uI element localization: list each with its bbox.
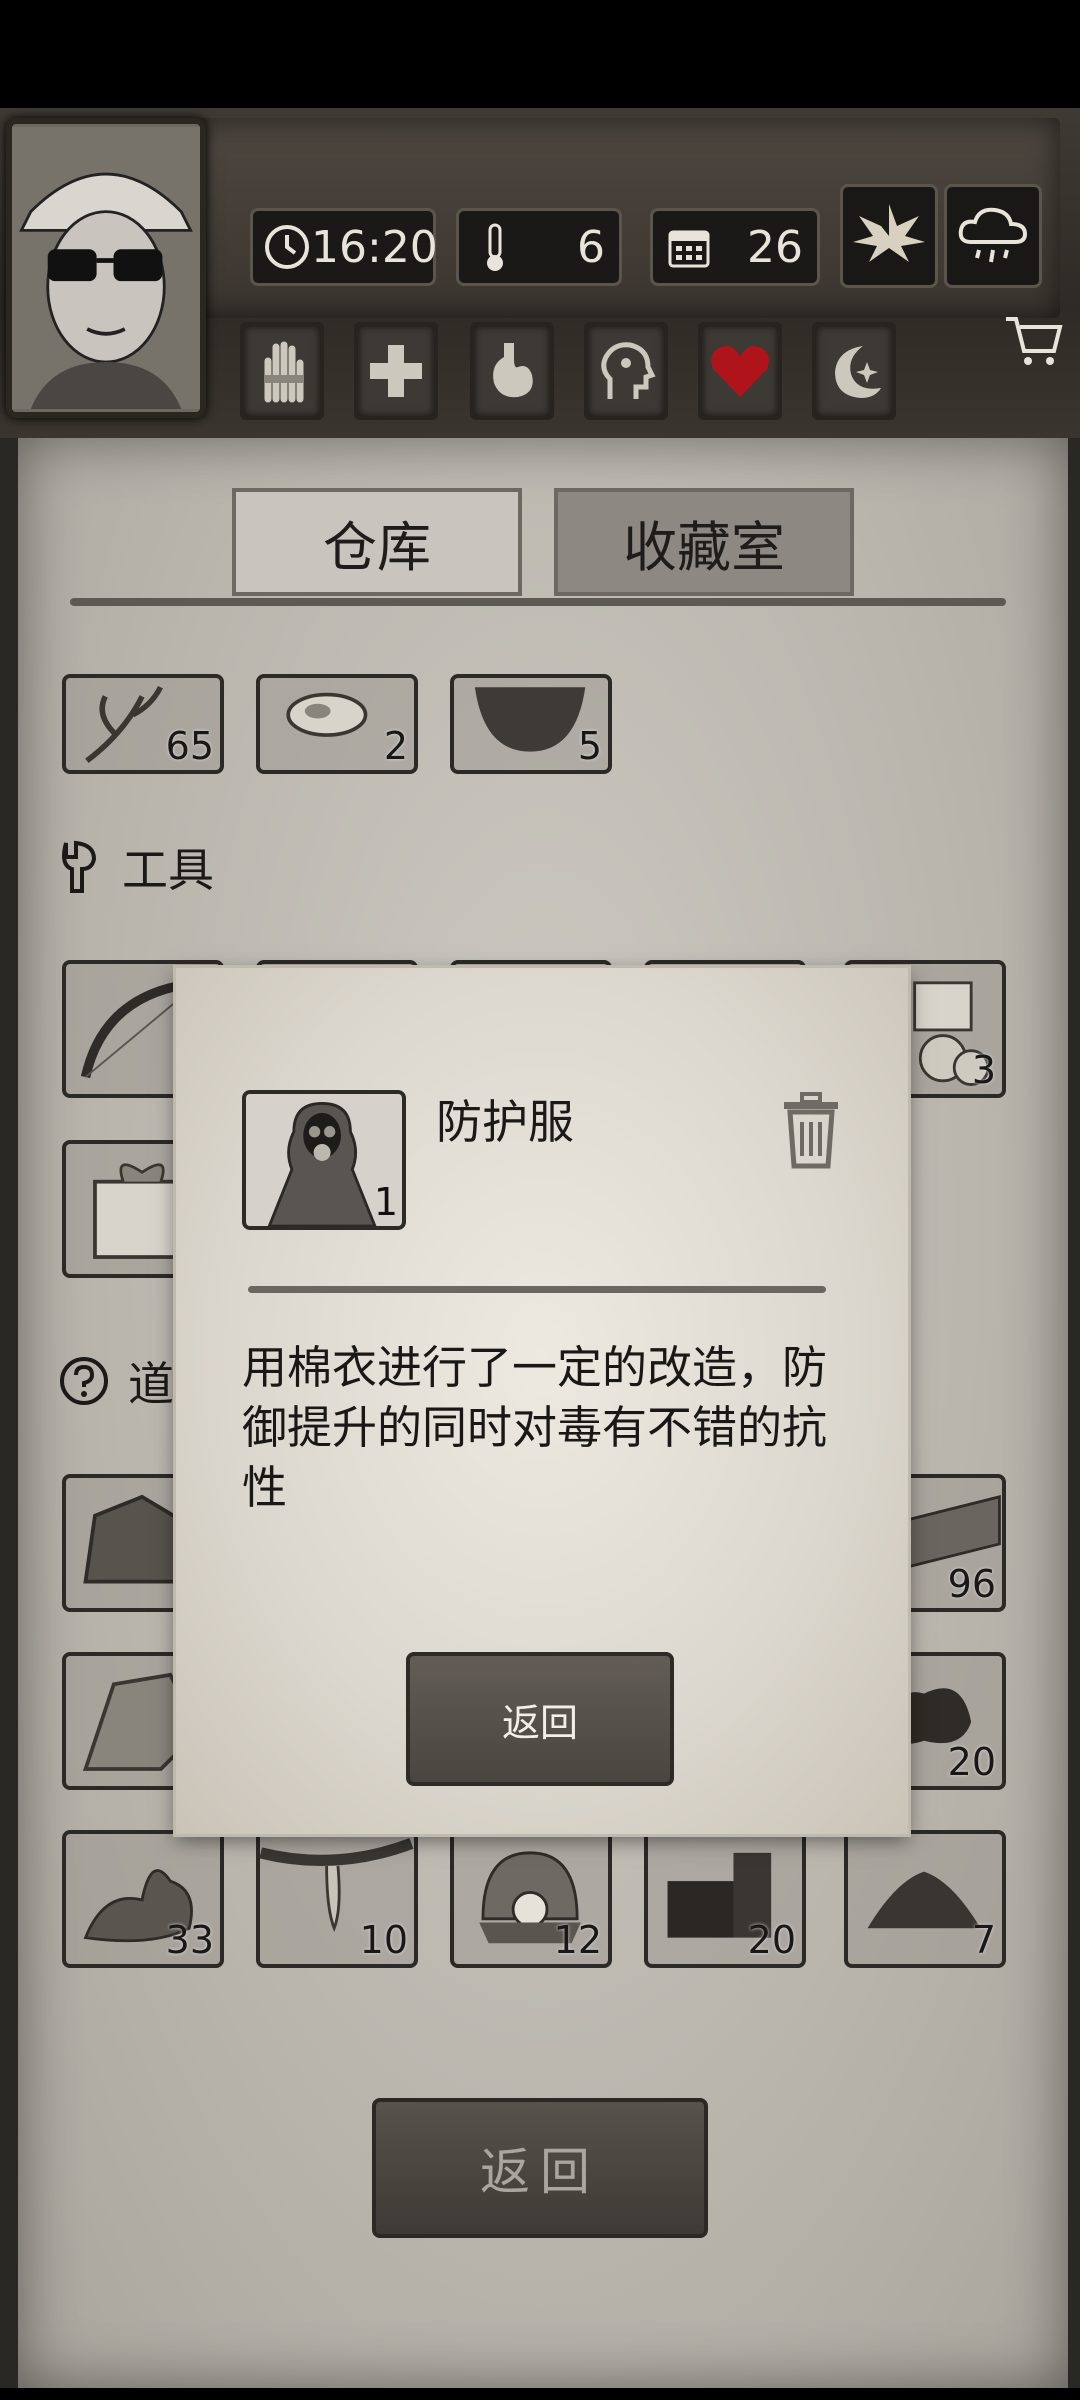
item-description: 用棉衣进行了一定的改造，防御提升的同时对毒有不错的抗性 [242,1341,828,1514]
dialog-back-label: 返回 [501,1700,578,1745]
item-preview-slot: 1 [242,1090,406,1230]
navigation-bar [0,2388,1080,2400]
item-count: 1 [373,1180,398,1224]
trash-icon [784,1092,838,1169]
dialog-divider [248,1286,826,1293]
discard-item-button[interactable] [776,1090,846,1170]
item-name: 防护服 [436,1095,574,1149]
dialog-back-button[interactable]: 返回 [406,1652,674,1786]
